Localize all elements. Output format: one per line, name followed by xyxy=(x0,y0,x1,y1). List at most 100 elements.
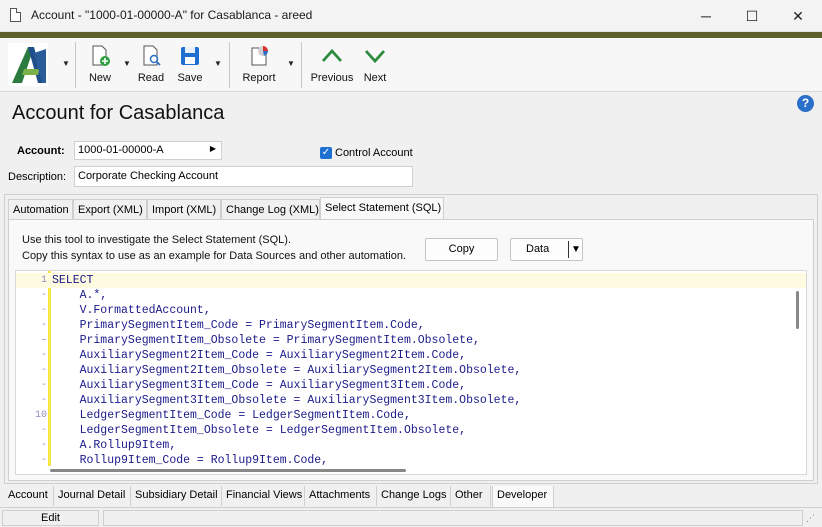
tab-select-statement-sql[interactable]: Select Statement (SQL) xyxy=(320,197,444,220)
toolbar-accent-bar xyxy=(0,32,822,38)
next-button-label: Next xyxy=(363,72,387,84)
code-text: PrimarySegmentItem_Code = PrimarySegment… xyxy=(52,319,425,332)
save-button[interactable]: Save xyxy=(175,44,205,86)
report-button[interactable]: Report xyxy=(240,44,278,86)
report-chart-icon xyxy=(251,46,268,66)
code-line: - AuxiliarySegment2Item_Code = Auxiliary… xyxy=(16,348,806,363)
line-number: - xyxy=(40,305,47,316)
new-dropdown-arrow[interactable]: ▼ xyxy=(122,59,132,69)
status-mode: Edit xyxy=(2,510,99,526)
code-line: - AuxiliarySegment3Item_Code = Auxiliary… xyxy=(16,378,806,393)
account-field[interactable]: 1000-01-00000-A ▶ xyxy=(74,141,222,160)
code-line: - V.FormattedAccount, xyxy=(16,303,806,318)
report-button-label: Report xyxy=(242,72,276,84)
code-line: 1 SELECT xyxy=(16,273,806,288)
chevron-up-icon xyxy=(321,48,343,62)
tab-financial-views[interactable]: Financial Views xyxy=(222,486,305,506)
tab-import-xml[interactable]: Import (XML) xyxy=(147,199,221,219)
code-text: AuxiliarySegment3Item_Obsolete = Auxilia… xyxy=(52,394,522,407)
document-icon xyxy=(10,8,21,22)
title-bar: Account - "1000-01-00000-A" for Casablan… xyxy=(0,0,822,32)
resize-grip-icon[interactable]: ⋰ xyxy=(806,513,815,524)
line-number: - xyxy=(40,365,47,376)
logo-menu-dropdown[interactable]: ▼ xyxy=(61,59,71,69)
control-account-checkbox[interactable]: ✓ xyxy=(320,147,332,159)
account-value: 1000-01-00000-A xyxy=(78,144,164,156)
next-button[interactable]: Next xyxy=(360,44,390,86)
save-button-label: Save xyxy=(177,72,203,84)
line-number: - xyxy=(40,350,47,361)
data-button-divider xyxy=(568,241,569,258)
line-number: 10 xyxy=(34,410,47,421)
app-logo-icon[interactable] xyxy=(8,43,48,86)
data-button[interactable]: Data ▼ xyxy=(510,238,583,261)
previous-button[interactable]: Previous xyxy=(310,44,354,86)
line-number: - xyxy=(40,425,47,436)
line-number: 1 xyxy=(40,275,47,286)
editor-vertical-scrollbar[interactable] xyxy=(796,291,799,329)
code-text: AuxiliarySegment3Item_Code = AuxiliarySe… xyxy=(52,379,467,392)
window-title: Account - "1000-01-00000-A" for Casablan… xyxy=(31,8,313,22)
tab-journal-detail[interactable]: Journal Detail xyxy=(54,486,131,506)
line-number: - xyxy=(40,320,47,331)
status-message xyxy=(103,510,803,526)
read-document-icon xyxy=(143,45,161,66)
description-label: Description: xyxy=(8,171,67,183)
tab-change-log-xml[interactable]: Change Log (XML) xyxy=(221,199,320,219)
toolbar-separator xyxy=(301,42,302,88)
code-text: AuxiliarySegment2Item_Code = AuxiliarySe… xyxy=(52,349,467,362)
tab-account[interactable]: Account xyxy=(4,486,54,506)
toolbar: ▼ New ▼ Read Save ▼ Report ▼ Previous Ne… xyxy=(0,32,822,92)
code-text: A.*, xyxy=(52,289,108,302)
close-button[interactable]: ✕ xyxy=(775,0,821,32)
new-button[interactable]: New xyxy=(85,44,115,86)
copy-button[interactable]: Copy xyxy=(425,238,498,261)
code-text: LedgerSegmentItem_Obsolete = LedgerSegme… xyxy=(52,424,467,437)
tab-export-xml[interactable]: Export (XML) xyxy=(73,199,147,219)
line-number: - xyxy=(40,290,47,301)
tab-change-logs[interactable]: Change Logs xyxy=(377,486,451,506)
toolbar-separator xyxy=(75,42,76,88)
code-text: V.FormattedAccount, xyxy=(52,304,211,317)
line-number: - xyxy=(40,395,47,406)
maximize-button[interactable]: ☐ xyxy=(729,0,775,32)
minimize-button[interactable]: ─ xyxy=(683,0,729,32)
code-line: - A.Rollup9Item, xyxy=(16,438,806,453)
tab-automation[interactable]: Automation xyxy=(8,199,73,219)
code-line: - LedgerSegmentItem_Obsolete = LedgerSeg… xyxy=(16,423,806,438)
sql-editor[interactable]: 1 SELECT - A.*, - V.FormattedAccount, - Prim… xyxy=(15,270,807,475)
code-line: - PrimarySegmentItem_Code = PrimarySegme… xyxy=(16,318,806,333)
read-button-label: Read xyxy=(137,72,165,84)
code-line: - A.*, xyxy=(16,288,806,303)
save-dropdown-arrow[interactable]: ▼ xyxy=(213,59,223,69)
page-title: Account for Casablanca xyxy=(12,102,225,124)
previous-button-label: Previous xyxy=(310,72,354,84)
tab-subsidiary-detail[interactable]: Subsidiary Detail xyxy=(131,486,222,506)
line-number: - xyxy=(40,380,47,391)
line-number: - xyxy=(40,440,47,451)
tab-attachments[interactable]: Attachments xyxy=(305,486,377,506)
tab-other[interactable]: Other xyxy=(451,486,491,506)
read-button[interactable]: Read xyxy=(136,44,166,86)
sql-info-line-1: Use this tool to investigate the Select … xyxy=(22,234,292,246)
new-button-label: New xyxy=(88,72,111,84)
data-dropdown-icon[interactable]: ▼ xyxy=(571,239,581,260)
save-disk-icon xyxy=(181,47,199,65)
code-text: Rollup9Item_Code = Rollup9Item.Code, xyxy=(52,454,329,467)
line-number: - xyxy=(40,455,47,466)
toolbar-separator xyxy=(229,42,230,88)
code-text: LedgerSegmentItem_Code = LedgerSegmentIt… xyxy=(52,409,411,422)
tab-developer[interactable]: Developer xyxy=(492,486,554,508)
line-number: – xyxy=(40,335,47,346)
report-dropdown-arrow[interactable]: ▼ xyxy=(286,59,296,69)
editor-horizontal-scrollbar[interactable] xyxy=(50,469,406,472)
account-arrow-icon[interactable]: ▶ xyxy=(210,144,216,153)
code-line: - AuxiliarySegment3Item_Obsolete = Auxil… xyxy=(16,393,806,408)
code-text: PrimarySegmentItem_Obsolete = PrimarySeg… xyxy=(52,334,480,347)
status-bar: Edit ⋰ xyxy=(0,507,822,527)
description-field[interactable]: Corporate Checking Account xyxy=(74,166,413,187)
help-icon[interactable]: ? xyxy=(797,95,814,112)
code-line: - AuxiliarySegment2Item_Obsolete = Auxil… xyxy=(16,363,806,378)
chevron-down-icon xyxy=(364,50,386,64)
code-text: SELECT xyxy=(52,274,94,287)
